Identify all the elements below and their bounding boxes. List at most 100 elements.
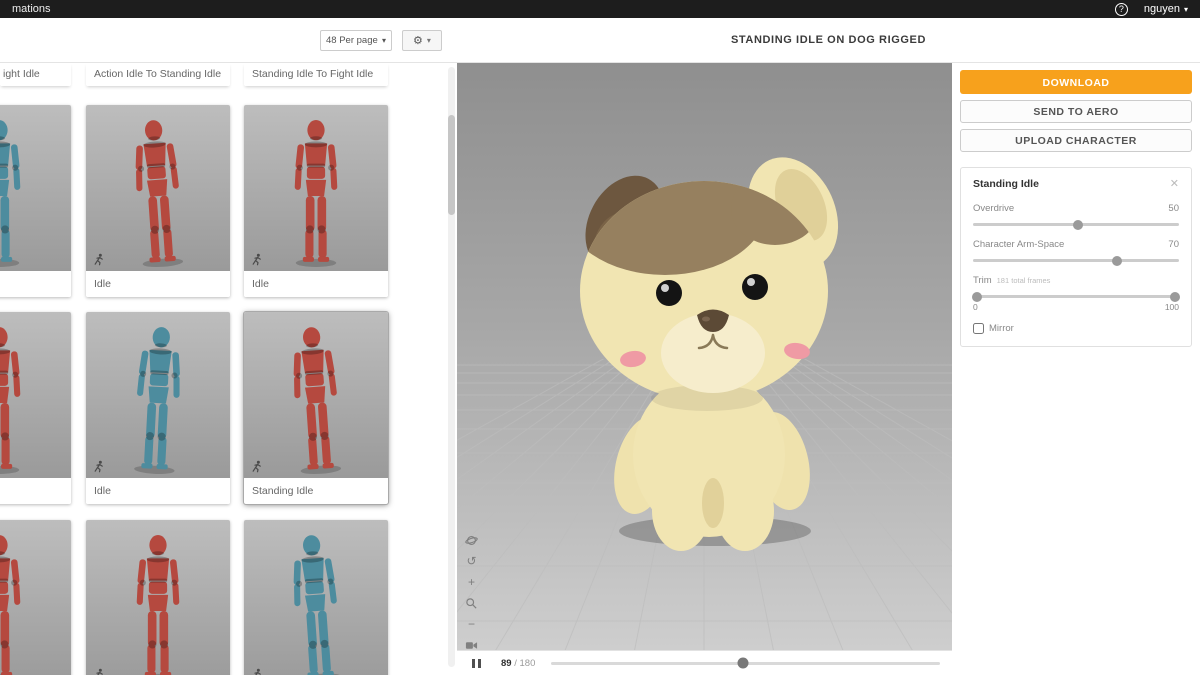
timeline-slider[interactable] xyxy=(551,657,940,669)
animations-toolbar: 48 Per page ▾ ⚙ ▾ xyxy=(0,18,457,62)
control-panel: DOWNLOAD SEND TO AERO UPLOAD CHARACTER S… xyxy=(952,63,1200,675)
settings-dropdown-button[interactable]: ⚙ ▾ xyxy=(402,30,442,51)
chevron-down-icon: ▾ xyxy=(381,36,386,45)
animation-card[interactable]: Action Idle To Standing Idle xyxy=(86,63,230,86)
toolbar-strip: 48 Per page ▾ ⚙ ▾ STANDING IDLE ON DOG R… xyxy=(0,18,1200,63)
magnifier-icon[interactable] xyxy=(464,596,479,611)
trim-end-handle[interactable] xyxy=(1169,291,1180,302)
animation-thumbnail xyxy=(0,105,71,271)
animation-settings-panel: Standing Idle ✕ Overdrive 50 Character A… xyxy=(960,167,1192,347)
animation-run-icon xyxy=(92,460,105,473)
character-figure xyxy=(0,117,40,269)
trim-max-label: 100 xyxy=(1164,302,1179,312)
grid-scrollbar xyxy=(448,67,455,667)
per-page-value: 48 Per page xyxy=(326,35,378,46)
animation-card-label: Idle xyxy=(86,478,230,504)
animation-card[interactable]: Standing Idle To Fight Idle xyxy=(244,63,388,86)
animation-card[interactable]: Idle xyxy=(86,105,230,297)
trim-total-frames: 181 total frames xyxy=(996,276,1051,285)
topbar-right: ? nguyen ▾ xyxy=(1114,2,1188,16)
mirror-label: Mirror xyxy=(989,323,1014,334)
character-figure xyxy=(270,529,362,675)
animation-card-label: Idle xyxy=(0,271,71,297)
orbit-icon[interactable] xyxy=(464,533,479,548)
animation-card[interactable] xyxy=(86,520,230,675)
overdrive-slider-handle[interactable] xyxy=(1073,219,1084,230)
help-icon[interactable]: ? xyxy=(1114,2,1128,16)
animations-grid-panel: ight Idle Action Idle To Standing Idle S… xyxy=(0,63,457,675)
topbar: mations ? nguyen ▾ xyxy=(0,0,1200,18)
settings-panel-title: Standing Idle xyxy=(973,178,1039,190)
character-figure xyxy=(0,324,40,476)
download-button[interactable]: DOWNLOAD xyxy=(960,70,1192,94)
reset-camera-icon[interactable]: ↺ xyxy=(464,554,479,569)
animation-card[interactable]: Idle xyxy=(86,312,230,504)
animation-card[interactable]: Idle xyxy=(244,105,388,297)
animation-thumbnail xyxy=(86,520,230,675)
animation-card-label: Idle xyxy=(86,271,230,297)
animation-thumbnail xyxy=(244,312,388,478)
timeline-handle[interactable] xyxy=(737,657,749,669)
character-figure xyxy=(270,321,362,478)
per-page-select[interactable]: 48 Per page ▾ xyxy=(320,30,392,51)
overdrive-slider-row: Overdrive 50 xyxy=(973,203,1179,230)
brand-logo[interactable]: mations xyxy=(12,3,51,15)
chevron-down-icon: ▾ xyxy=(426,36,431,45)
upload-character-button[interactable]: UPLOAD CHARACTER xyxy=(960,129,1192,152)
animation-card-label: Idle xyxy=(0,478,71,504)
character-figure xyxy=(113,322,203,478)
arm-space-slider[interactable] xyxy=(973,255,1179,266)
animation-thumbnail xyxy=(0,312,71,478)
arm-space-slider-handle[interactable] xyxy=(1112,255,1123,266)
trim-slider-row: Trim 181 total frames 0 100 xyxy=(972,275,1180,312)
frame-total: 180 xyxy=(519,657,536,669)
send-to-aero-button[interactable]: SEND TO AERO xyxy=(960,100,1192,123)
zoom-out-icon[interactable]: − xyxy=(464,617,479,632)
overdrive-label: Overdrive xyxy=(973,203,1015,214)
trim-range-slider[interactable] xyxy=(972,291,1180,302)
animation-card[interactable]: Idle xyxy=(0,312,71,504)
overdrive-slider[interactable] xyxy=(973,219,1179,230)
arm-space-slider-row: Character Arm-Space 70 xyxy=(973,239,1179,266)
overdrive-value: 50 xyxy=(1168,203,1179,214)
close-icon[interactable]: ✕ xyxy=(1170,178,1179,190)
animation-thumbnail xyxy=(0,520,71,675)
3d-scene xyxy=(457,63,952,650)
arm-space-label: Character Arm-Space xyxy=(973,239,1065,250)
frame-current: 89 xyxy=(501,657,512,669)
animation-thumbnail xyxy=(244,105,388,271)
animation-card[interactable]: ight Idle xyxy=(0,63,71,86)
user-menu[interactable]: nguyen ▾ xyxy=(1144,3,1188,15)
animation-card[interactable]: Idle xyxy=(0,105,71,297)
pause-button[interactable] xyxy=(470,656,483,671)
animation-thumbnail xyxy=(244,520,388,675)
trim-min-label: 0 xyxy=(973,302,978,312)
mixamo-app: mations ? nguyen ▾ 48 Per page ▾ ⚙ ▾ STA… xyxy=(0,0,1200,675)
animation-card[interactable]: Standing Idle xyxy=(243,311,389,505)
page-title: STANDING IDLE ON DOG RIGGED xyxy=(730,34,927,46)
animation-run-icon xyxy=(250,460,263,473)
zoom-in-icon[interactable]: + xyxy=(464,575,479,590)
character-figure xyxy=(0,532,40,675)
viewport-toolbar: ↺ + − xyxy=(464,533,479,650)
trim-start-handle[interactable] xyxy=(972,291,983,302)
frame-divider: / xyxy=(514,657,517,669)
arm-space-value: 70 xyxy=(1168,239,1179,250)
animation-card-label: Standing Idle xyxy=(244,478,388,504)
animation-card[interactable] xyxy=(0,520,71,675)
user-name: nguyen xyxy=(1143,3,1180,15)
animation-thumbnail xyxy=(86,105,230,271)
trim-label: Trim xyxy=(973,275,992,286)
animation-run-icon xyxy=(250,668,263,675)
animation-card[interactable] xyxy=(244,520,388,675)
viewport-canvas[interactable]: ↺ + − xyxy=(457,63,952,650)
gear-icon: ⚙ xyxy=(413,35,423,47)
animation-card-label: Idle xyxy=(244,271,388,297)
camera-icon[interactable] xyxy=(464,638,479,650)
mirror-option: Mirror xyxy=(973,323,1179,334)
frame-counter: 89 / 180 xyxy=(501,658,535,669)
character-figure xyxy=(275,117,357,269)
animation-card-label: Action Idle To Standing Idle xyxy=(86,63,230,86)
mirror-checkbox[interactable] xyxy=(973,323,984,334)
grid-scrollbar-thumb[interactable] xyxy=(448,115,455,215)
